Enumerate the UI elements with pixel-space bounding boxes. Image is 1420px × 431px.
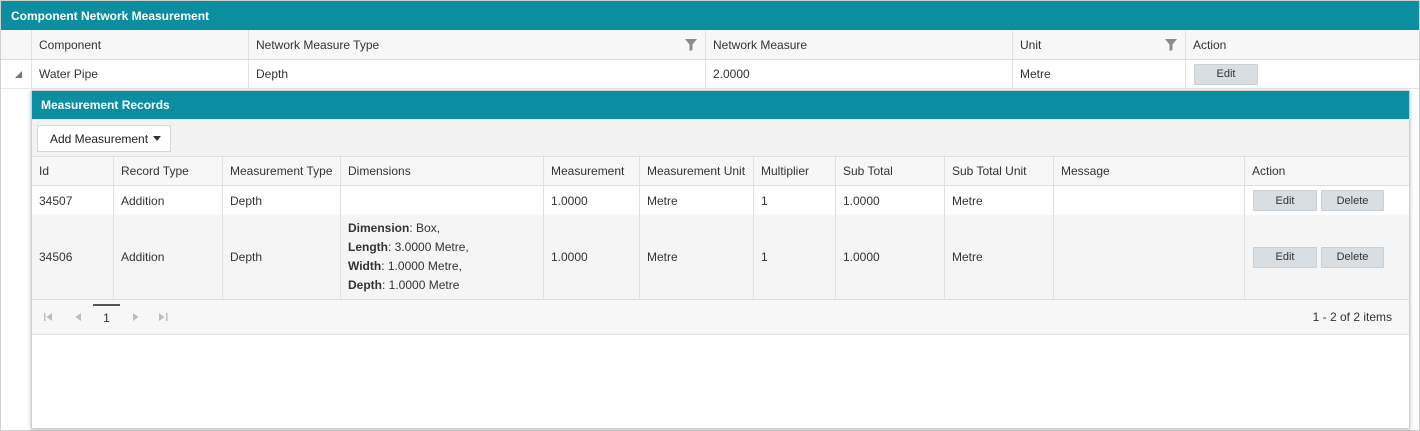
- column-header-sub-total[interactable]: Sub Total: [835, 157, 944, 185]
- cell-multiplier: 1: [753, 186, 835, 215]
- cell-message: [1053, 186, 1244, 215]
- cell-component: Water Pipe: [31, 60, 248, 88]
- column-header-unit[interactable]: Unit: [1012, 30, 1185, 59]
- cell-message: [1053, 215, 1244, 299]
- cell-sub-total-unit: Metre: [944, 186, 1053, 215]
- cell-measurement-type: Depth: [222, 186, 340, 215]
- column-header-label: Network Measure Type: [256, 37, 380, 52]
- dimension-label: Dimension: [348, 221, 410, 235]
- cell-record-type: Addition: [113, 215, 222, 299]
- cell-measurement-type: Depth: [222, 215, 340, 299]
- pager-info: 1 - 2 of 2 items: [1312, 310, 1392, 324]
- dimension-line: Length: 3.0000 Metre,: [348, 238, 469, 257]
- cell-sub-total: 1.0000: [835, 215, 944, 299]
- next-page-icon[interactable]: [129, 310, 143, 324]
- dimension-value: : Box,: [409, 221, 441, 235]
- column-header-sub-total-unit[interactable]: Sub Total Unit: [944, 157, 1053, 185]
- column-header-label: Unit: [1020, 37, 1042, 52]
- detail-grid-header: Id Record Type Measurement Type Dimensio…: [32, 157, 1409, 186]
- cell-multiplier: 1: [753, 215, 835, 299]
- detail-toolbar: Add Measurement: [32, 119, 1409, 157]
- edit-button[interactable]: Edit: [1253, 190, 1317, 211]
- add-measurement-label: Add Measurement: [50, 131, 149, 146]
- current-page[interactable]: 1: [93, 304, 120, 330]
- column-header-measurement[interactable]: Measurement: [543, 157, 639, 185]
- column-header-measurement-unit[interactable]: Measurement Unit: [639, 157, 753, 185]
- cell-id: 34507: [39, 193, 73, 208]
- pager: 1 1 - 2 of 2 items: [32, 300, 1409, 335]
- detail-title: Measurement Records: [32, 91, 1409, 119]
- dimension-label: Width: [348, 259, 382, 273]
- delete-button[interactable]: Delete: [1321, 190, 1384, 211]
- cell-network-measure: 2.0000: [705, 60, 1012, 88]
- dimension-line: Dimension: Box,: [348, 219, 440, 238]
- dimension-value: : 1.0000 Metre: [382, 278, 460, 292]
- delete-button[interactable]: Delete: [1321, 246, 1384, 268]
- main-grid-header: Component Network Measure Type Network M…: [1, 30, 1419, 60]
- column-header-component[interactable]: Component: [31, 30, 248, 59]
- column-header-message[interactable]: Message: [1053, 157, 1244, 185]
- cell-record-type: Addition: [113, 186, 222, 215]
- dimension-value: : 3.0000 Metre,: [388, 240, 469, 254]
- dimension-label: Depth: [348, 278, 382, 292]
- component-network-measurement-grid: Component Network Measurement Component …: [0, 0, 1420, 431]
- grid-title: Component Network Measurement: [1, 1, 1419, 30]
- cell-measurement: 1.0000: [543, 215, 639, 299]
- column-header-dimensions[interactable]: Dimensions: [340, 157, 543, 185]
- cell-dimensions: Dimension: Box, Length: 3.0000 Metre, Wi…: [340, 215, 543, 299]
- measurement-records-panel: Measurement Records Add Measurement Id R…: [31, 90, 1410, 429]
- cell-action: Edit Delete: [1244, 215, 1409, 299]
- cell-action: Edit: [1185, 60, 1419, 88]
- column-header-record-type[interactable]: Record Type: [113, 157, 222, 185]
- table-row: 34507 Addition Depth 1.0000 Metre 1 1.00…: [32, 186, 1409, 215]
- cell-action: Edit Delete: [1244, 186, 1409, 215]
- cell-measurement-unit: Metre: [639, 215, 753, 299]
- column-header-measurement-type[interactable]: Measurement Type: [222, 157, 340, 185]
- cell-sub-total: 1.0000: [835, 186, 944, 215]
- cell-dimensions: [340, 186, 543, 215]
- column-header-network-measure[interactable]: Network Measure: [705, 30, 1012, 59]
- prev-page-icon[interactable]: [71, 310, 85, 324]
- cell-network-measure-type: Depth: [248, 60, 705, 88]
- cell-measurement-unit: Metre: [639, 186, 753, 215]
- column-header-action: Action: [1185, 30, 1419, 59]
- table-row: Water Pipe Depth 2.0000 Metre Edit: [1, 60, 1419, 89]
- cell-id: 34506: [39, 250, 73, 264]
- cell-unit: Metre: [1012, 60, 1185, 88]
- filter-icon[interactable]: [685, 39, 697, 51]
- edit-button[interactable]: Edit: [1194, 63, 1258, 85]
- edit-button[interactable]: Edit: [1253, 246, 1317, 268]
- dimension-value: : 1.0000 Metre,: [381, 259, 462, 273]
- column-header-action: Action: [1244, 157, 1409, 185]
- expand-cell[interactable]: [1, 60, 31, 88]
- expand-collapse-icon[interactable]: [15, 71, 22, 78]
- filter-icon[interactable]: [1165, 39, 1177, 51]
- hierarchy-header-cell: [1, 30, 31, 59]
- cell-measurement: 1.0000: [543, 186, 639, 215]
- dimension-label: Length: [348, 240, 388, 254]
- add-measurement-button[interactable]: Add Measurement: [37, 125, 171, 152]
- first-page-icon[interactable]: [41, 310, 55, 324]
- column-header-network-measure-type[interactable]: Network Measure Type: [248, 30, 705, 59]
- column-header-multiplier[interactable]: Multiplier: [753, 157, 835, 185]
- caret-down-icon: [153, 136, 162, 141]
- dimension-line: Depth: 1.0000 Metre: [348, 276, 459, 295]
- table-row: 34506 Addition Depth Dimension: Box, Len…: [32, 215, 1409, 300]
- last-page-icon[interactable]: [156, 310, 170, 324]
- column-header-id[interactable]: Id: [32, 157, 113, 185]
- dimension-line: Width: 1.0000 Metre,: [348, 257, 462, 276]
- cell-sub-total-unit: Metre: [944, 215, 1053, 299]
